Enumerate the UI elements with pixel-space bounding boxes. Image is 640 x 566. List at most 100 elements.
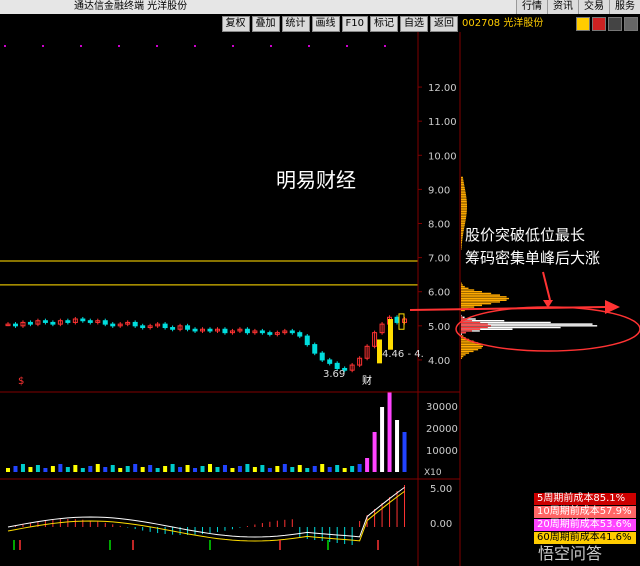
settings-icon[interactable] [608, 17, 622, 31]
flag-icon[interactable] [592, 17, 606, 31]
watermark-text: 明易财经 [276, 168, 356, 192]
volume-bar [73, 465, 78, 472]
top-dot-marker [194, 45, 196, 47]
price-tick-label: 4.00 [428, 356, 450, 367]
main-chart[interactable]: 12.00 11.00 10.00 9.00 8.00 7.00 6.00 5.00 4.00 3… [0, 32, 640, 566]
candle-body [327, 359, 333, 364]
volume-bar [140, 467, 145, 472]
caption-line2: 筹码密集单峰后大涨 [465, 249, 600, 267]
volume-bar [178, 467, 183, 472]
volume-bar [395, 420, 400, 472]
volume-bar [305, 468, 310, 472]
volume-bar [133, 464, 138, 472]
volume-bar [365, 458, 370, 472]
candle-body [162, 323, 168, 329]
candle-body [110, 323, 116, 327]
volume-bar [88, 466, 93, 472]
volume-bar [110, 465, 115, 472]
candle-body [87, 320, 93, 323]
candle-body [27, 321, 33, 325]
top-dot-marker [42, 45, 44, 47]
candle-body [398, 313, 405, 330]
top-dot-marker [270, 45, 272, 47]
volume-bar [320, 464, 325, 472]
mode-icon[interactable] [576, 17, 590, 31]
volume-bar [297, 465, 302, 472]
volume-bar [200, 466, 205, 472]
indicator-tick-label: 5.00 [430, 484, 452, 495]
volume-bar [342, 468, 347, 472]
volume-bar [13, 466, 18, 472]
price-tick-label: 9.00 [428, 185, 450, 196]
volume-bar [95, 464, 100, 472]
volume-bar [260, 465, 265, 472]
candle-body [297, 332, 303, 337]
candle-body [319, 352, 325, 361]
fuquan-button[interactable]: 复权 [221, 16, 250, 32]
top-dot-marker [308, 45, 310, 47]
chart-toolbar: 复权 叠加 统计 画线 F10 标记 自选 返回 [220, 16, 458, 32]
volume-bar [275, 466, 280, 472]
price-tick-label: 6.00 [428, 288, 450, 299]
volume-bar [222, 465, 227, 472]
volume-bar [357, 464, 362, 472]
menu-jiaoyi[interactable]: 交易 [578, 0, 609, 14]
candle-body [192, 328, 198, 332]
candle-body [80, 318, 86, 322]
volume-bar [208, 464, 212, 472]
volume-bar [335, 465, 340, 472]
top-menu: 行情 资讯 交易 服务 [516, 0, 640, 14]
candle-body [312, 344, 318, 354]
candle-body [259, 330, 265, 334]
caption-line1: 股价突破低位最长 [465, 226, 585, 244]
candle-body [132, 321, 138, 327]
price-tick-label: 12.00 [428, 83, 457, 94]
candle-body [388, 319, 393, 350]
candle-body [12, 323, 18, 327]
candle-body [334, 362, 340, 369]
volume-bar [245, 464, 250, 472]
price-tick-label: 10.00 [428, 151, 457, 162]
volume-bar [20, 464, 25, 472]
volume-bar [65, 467, 70, 472]
volume-bar [387, 392, 392, 472]
candle-body [244, 328, 250, 334]
top-dot-marker [384, 45, 386, 47]
volume-bar [267, 468, 272, 472]
draw-line-button[interactable]: 画线 [311, 16, 340, 32]
volume-bar [35, 465, 40, 472]
volume-bar [163, 466, 168, 472]
volume-bar [193, 468, 198, 472]
f10-button[interactable]: F10 [341, 16, 368, 32]
back-button[interactable]: 返回 [430, 16, 458, 32]
candle-body [185, 325, 191, 330]
volume-bar [282, 464, 287, 472]
volume-bar [215, 467, 220, 472]
price-tick-label: 8.00 [428, 220, 450, 231]
volume-bar [155, 468, 160, 472]
volume-tick-label: 30000 [426, 402, 458, 413]
volume-tick-label: 20000 [426, 424, 458, 435]
candle-body [267, 332, 273, 335]
overlay-button[interactable]: 叠加 [251, 16, 280, 32]
volume-bar [50, 466, 55, 472]
candle-body [289, 330, 295, 334]
stats-button[interactable]: 统计 [281, 16, 310, 32]
window-icon[interactable] [624, 17, 638, 31]
menu-zixun[interactable]: 资讯 [547, 0, 578, 14]
volume-bar [58, 464, 63, 472]
volume-bar [125, 466, 130, 472]
arrow-down-shaft [542, 271, 551, 301]
menu-hangqing[interactable]: 行情 [516, 0, 547, 14]
watchlist-button[interactable]: 自选 [400, 16, 428, 32]
candle-body [304, 335, 310, 346]
top-dot-marker [80, 45, 82, 47]
volume-bar [80, 468, 85, 472]
volume-bar [312, 466, 317, 472]
volume-unit: X10 [424, 468, 442, 478]
cai-mark: 财 [362, 374, 372, 387]
volume-bar [148, 465, 153, 472]
app-title: 通达信金融终端 光洋股份 [74, 1, 188, 12]
menu-fuwu[interactable]: 服务 [609, 0, 640, 14]
mark-button[interactable]: 标记 [370, 16, 398, 32]
